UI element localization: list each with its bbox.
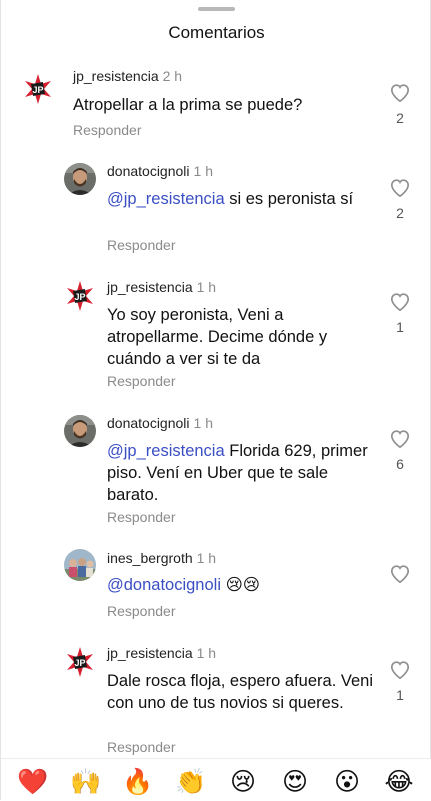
emoji-reaction-bar: ❤️ 🙌 🔥 👏 😢 😍 😮 😂 (1, 758, 431, 801)
emoji-raised-hands-button[interactable]: 🙌 (70, 766, 102, 798)
avatar[interactable]: JP (22, 73, 54, 105)
emoji-heart-button[interactable]: ❤️ (17, 766, 49, 798)
comment-text: Yo soy peronista, Veni a atropellarme. D… (107, 306, 328, 368)
page-title: Comentarios (168, 23, 265, 42)
group-photo-icon (64, 549, 96, 581)
svg-text:JP: JP (74, 658, 85, 668)
comment-text: @jp_resistencia Florida 629, primer piso… (107, 442, 368, 504)
emoji-surprised-button[interactable]: 😮 (331, 766, 363, 798)
jp-star-logo-icon: JP (64, 646, 96, 678)
heart-outline-icon (390, 179, 410, 197)
comment-time: 1 h (196, 279, 217, 295)
comment-username[interactable]: donatocignoli (107, 163, 190, 179)
like-count: 2 (396, 110, 404, 126)
comment-time: 2 h (162, 68, 183, 84)
avatar[interactable] (64, 163, 96, 195)
comment-username[interactable]: ines_bergroth (107, 550, 193, 566)
mention-link[interactable]: @jp_resistencia (107, 442, 225, 460)
comment-username[interactable]: jp_resistencia (73, 68, 159, 84)
avatar[interactable]: JP (64, 280, 96, 312)
reply-button[interactable]: Responder (107, 237, 176, 253)
comments-sheet: Comentarios JP jp_resistencia 2 h Atropel… (0, 0, 431, 801)
avatar[interactable] (64, 415, 96, 447)
heart-outline-icon (390, 565, 410, 583)
comment-username[interactable]: donatocignoli (107, 415, 190, 431)
like-button[interactable]: 2 (389, 84, 411, 126)
like-button[interactable]: 1 (389, 661, 411, 703)
person-photo-icon (64, 415, 96, 447)
comment-text: Dale rosca floja, espero afuera. Veni co… (107, 672, 373, 712)
comment-meta: ines_bergroth 1 h (107, 550, 216, 566)
like-count: 1 (396, 687, 404, 703)
comment-meta: jp_resistencia 2 h (73, 68, 182, 84)
reply-button[interactable]: Responder (107, 739, 176, 755)
like-button[interactable]: 6 (389, 430, 411, 472)
reply-button[interactable]: Responder (107, 373, 176, 389)
emoji-heart-eyes-button[interactable]: 😍 (279, 766, 311, 798)
comment-time: 1 h (193, 415, 213, 431)
comment-meta: donatocignoli 1 h (107, 163, 213, 179)
emoji-clap-button[interactable]: 👏 (175, 766, 207, 798)
avatar[interactable] (64, 549, 96, 581)
comment-text: @donatocignoli 😢😢 (107, 575, 260, 594)
like-count: 1 (396, 319, 404, 335)
like-count: 2 (396, 205, 404, 221)
emoji-crying-button[interactable]: 😢 (227, 766, 259, 798)
emoji-laughing-button[interactable]: 😂 (383, 766, 415, 798)
jp-star-logo-icon: JP (64, 280, 96, 312)
reply-button[interactable]: Responder (107, 603, 176, 619)
svg-text:JP: JP (32, 85, 43, 95)
reply-button[interactable]: Responder (107, 509, 176, 525)
comment-username[interactable]: jp_resistencia (107, 645, 193, 661)
emoji-fire-button[interactable]: 🔥 (122, 766, 154, 798)
heart-outline-icon (390, 84, 410, 102)
mention-link[interactable]: @jp_resistencia (107, 190, 225, 208)
comment-time: 1 h (196, 550, 217, 566)
comment-text: @jp_resistencia si es peronista sí (107, 190, 354, 208)
avatar[interactable]: JP (64, 646, 96, 678)
comment-meta: jp_resistencia 1 h (107, 645, 216, 661)
svg-text:JP: JP (74, 292, 85, 302)
heart-outline-icon (390, 661, 410, 679)
mention-link[interactable]: @donatocignoli (107, 576, 221, 594)
jp-star-logo-icon: JP (22, 73, 54, 105)
like-button[interactable] (389, 565, 411, 583)
like-count: 6 (396, 456, 404, 472)
person-photo-icon (64, 163, 96, 195)
comment-username[interactable]: jp_resistencia (107, 279, 193, 295)
like-button[interactable]: 2 (389, 179, 411, 221)
like-button[interactable]: 1 (389, 293, 411, 335)
drag-handle[interactable] (198, 7, 235, 11)
comment-text: Atropellar a la prima se puede? (73, 96, 303, 114)
comment-meta: jp_resistencia 1 h (107, 279, 216, 295)
comment-time: 1 h (193, 163, 213, 179)
comment-time: 1 h (196, 645, 217, 661)
comment-meta: donatocignoli 1 h (107, 415, 213, 431)
reply-button[interactable]: Responder (73, 122, 142, 138)
heart-outline-icon (390, 293, 410, 311)
heart-outline-icon (390, 430, 410, 448)
